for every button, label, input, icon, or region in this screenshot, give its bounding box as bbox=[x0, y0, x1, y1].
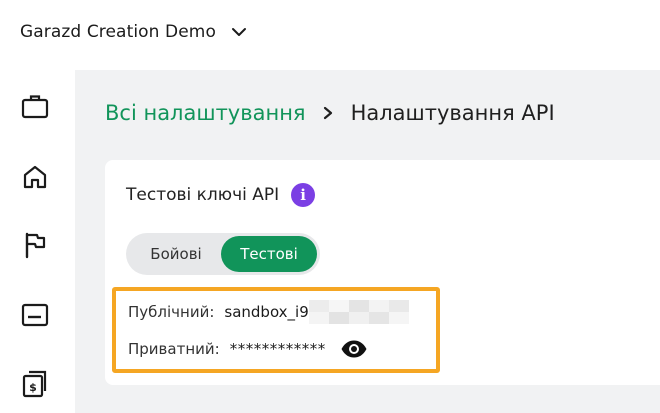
public-key-label: Публічний: bbox=[128, 303, 215, 321]
card-title: Тестові ключі API bbox=[126, 185, 280, 205]
svg-text:$: $ bbox=[29, 381, 37, 394]
eye-icon[interactable] bbox=[340, 339, 368, 359]
sidebar-item-card[interactable] bbox=[20, 300, 50, 330]
flag-icon bbox=[25, 232, 46, 259]
breadcrumb-all-settings[interactable]: Всі налаштування bbox=[105, 101, 306, 125]
chevron-right-icon bbox=[323, 106, 332, 120]
chevron-down-icon bbox=[231, 28, 246, 36]
public-key-value[interactable]: sandbox_i9 bbox=[224, 303, 308, 321]
card-header: Тестові ключі API i bbox=[126, 183, 316, 207]
private-key-row: Приватний: ************ bbox=[128, 339, 368, 359]
sidebar-item-flag[interactable] bbox=[20, 230, 50, 260]
public-key-row: Публічний: sandbox_i9 bbox=[128, 300, 409, 324]
toggle-live[interactable]: Бойові bbox=[130, 236, 222, 272]
top-bar: Garazd Creation Demo bbox=[0, 0, 660, 70]
private-key-label: Приватний: bbox=[128, 340, 220, 358]
toggle-test[interactable]: Тестові bbox=[221, 236, 317, 272]
api-keys-card: Тестові ключі API i Бойові Тестові Публі… bbox=[105, 160, 660, 385]
private-key-value[interactable]: ************ bbox=[230, 340, 326, 358]
workspace-name: Garazd Creation Demo bbox=[20, 22, 216, 42]
mode-toggle: Бойові Тестові bbox=[126, 233, 320, 275]
page-title: Налаштування API bbox=[350, 101, 555, 125]
home-icon bbox=[23, 165, 47, 189]
main-content: Всі налаштування Налаштування API Тестов… bbox=[75, 70, 660, 413]
sidebar: $ bbox=[0, 70, 75, 413]
workspace-switcher[interactable]: Garazd Creation Demo bbox=[20, 22, 248, 42]
sidebar-item-briefcase[interactable] bbox=[20, 91, 50, 121]
keys-highlight-box: Публічний: sandbox_i9 Приватний: *******… bbox=[112, 287, 440, 373]
sidebar-item-payments[interactable]: $ bbox=[20, 368, 50, 398]
payments-icon: $ bbox=[22, 370, 47, 398]
breadcrumb: Всі налаштування Налаштування API bbox=[105, 101, 555, 125]
info-icon[interactable]: i bbox=[291, 183, 316, 207]
sidebar-item-home[interactable] bbox=[20, 162, 50, 192]
briefcase-icon bbox=[21, 95, 49, 119]
redacted-blur bbox=[308, 300, 409, 324]
card-icon bbox=[21, 303, 49, 327]
